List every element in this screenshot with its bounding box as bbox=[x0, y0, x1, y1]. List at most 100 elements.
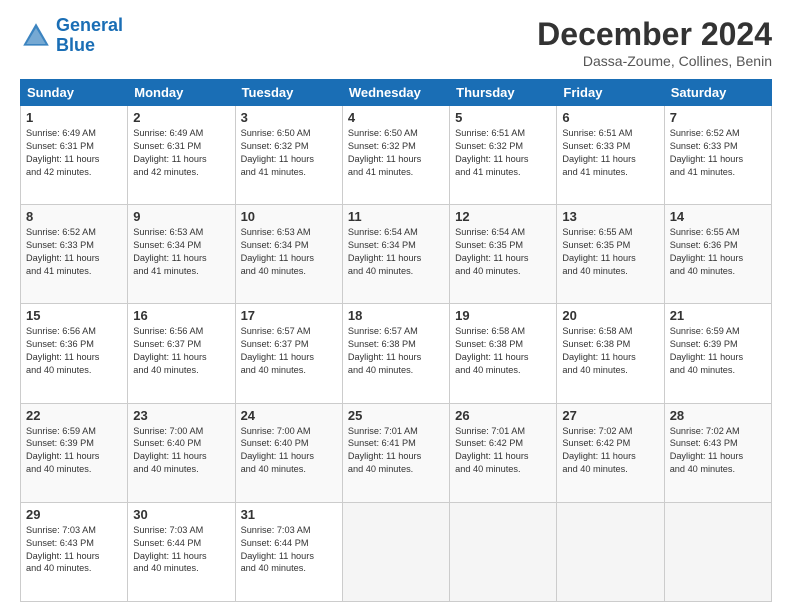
calendar-week-1: 1 Sunrise: 6:49 AM Sunset: 6:31 PM Daylig… bbox=[21, 106, 772, 205]
calendar-cell bbox=[342, 502, 449, 601]
day-info: Sunrise: 6:54 AM Sunset: 6:35 PM Dayligh… bbox=[455, 226, 551, 278]
col-monday: Monday bbox=[128, 80, 235, 106]
day-number: 2 bbox=[133, 110, 229, 125]
day-number: 3 bbox=[241, 110, 337, 125]
calendar-cell: 10Sunrise: 6:53 AM Sunset: 6:34 PM Dayli… bbox=[235, 205, 342, 304]
day-info: Sunrise: 7:00 AM Sunset: 6:40 PM Dayligh… bbox=[133, 425, 229, 477]
day-info: Sunrise: 6:53 AM Sunset: 6:34 PM Dayligh… bbox=[133, 226, 229, 278]
day-info: Sunrise: 6:59 AM Sunset: 6:39 PM Dayligh… bbox=[26, 425, 122, 477]
day-number: 20 bbox=[562, 308, 658, 323]
day-info: Sunrise: 6:50 AM Sunset: 6:32 PM Dayligh… bbox=[241, 127, 337, 179]
day-number: 13 bbox=[562, 209, 658, 224]
header: General Blue December 2024 Dassa-Zoume, … bbox=[20, 16, 772, 69]
calendar-cell: 6 Sunrise: 6:51 AM Sunset: 6:33 PM Daylig… bbox=[557, 106, 664, 205]
day-number: 31 bbox=[241, 507, 337, 522]
day-number: 9 bbox=[133, 209, 229, 224]
day-info: Sunrise: 6:53 AM Sunset: 6:34 PM Dayligh… bbox=[241, 226, 337, 278]
day-number: 12 bbox=[455, 209, 551, 224]
day-number: 30 bbox=[133, 507, 229, 522]
day-info: Sunrise: 7:00 AM Sunset: 6:40 PM Dayligh… bbox=[241, 425, 337, 477]
calendar-cell: 29 Sunrise: 7:03 AM Sunset: 6:43 PM Dayli… bbox=[21, 502, 128, 601]
day-info: Sunrise: 7:02 AM Sunset: 6:42 PM Dayligh… bbox=[562, 425, 658, 477]
page: General Blue December 2024 Dassa-Zoume, … bbox=[0, 0, 792, 612]
day-number: 15 bbox=[26, 308, 122, 323]
day-info: Sunrise: 6:52 AM Sunset: 6:33 PM Dayligh… bbox=[26, 226, 122, 278]
calendar-week-5: 29 Sunrise: 7:03 AM Sunset: 6:43 PM Dayli… bbox=[21, 502, 772, 601]
calendar-cell: 15Sunrise: 6:56 AM Sunset: 6:36 PM Dayli… bbox=[21, 304, 128, 403]
calendar-cell: 8Sunrise: 6:52 AM Sunset: 6:33 PM Daylig… bbox=[21, 205, 128, 304]
calendar-cell: 12 Sunrise: 6:54 AM Sunset: 6:35 PM Dayli… bbox=[450, 205, 557, 304]
calendar-cell: 20 Sunrise: 6:58 AM Sunset: 6:38 PM Dayli… bbox=[557, 304, 664, 403]
day-info: Sunrise: 6:54 AM Sunset: 6:34 PM Dayligh… bbox=[348, 226, 444, 278]
calendar-cell: 14Sunrise: 6:55 AM Sunset: 6:36 PM Dayli… bbox=[664, 205, 771, 304]
calendar-cell: 19Sunrise: 6:58 AM Sunset: 6:38 PM Dayli… bbox=[450, 304, 557, 403]
calendar-cell: 5 Sunrise: 6:51 AM Sunset: 6:32 PM Daylig… bbox=[450, 106, 557, 205]
calendar-cell: 26Sunrise: 7:01 AM Sunset: 6:42 PM Dayli… bbox=[450, 403, 557, 502]
logo-text: General Blue bbox=[56, 16, 123, 56]
day-info: Sunrise: 7:01 AM Sunset: 6:42 PM Dayligh… bbox=[455, 425, 551, 477]
calendar-cell: 25 Sunrise: 7:01 AM Sunset: 6:41 PM Dayli… bbox=[342, 403, 449, 502]
day-number: 27 bbox=[562, 408, 658, 423]
calendar-cell: 24Sunrise: 7:00 AM Sunset: 6:40 PM Dayli… bbox=[235, 403, 342, 502]
day-number: 6 bbox=[562, 110, 658, 125]
day-info: Sunrise: 6:57 AM Sunset: 6:37 PM Dayligh… bbox=[241, 325, 337, 377]
logo-line2: Blue bbox=[56, 35, 95, 55]
calendar-cell: 11 Sunrise: 6:54 AM Sunset: 6:34 PM Dayli… bbox=[342, 205, 449, 304]
day-number: 7 bbox=[670, 110, 766, 125]
subtitle: Dassa-Zoume, Collines, Benin bbox=[537, 53, 772, 69]
day-info: Sunrise: 6:51 AM Sunset: 6:33 PM Dayligh… bbox=[562, 127, 658, 179]
calendar-cell: 27 Sunrise: 7:02 AM Sunset: 6:42 PM Dayli… bbox=[557, 403, 664, 502]
day-info: Sunrise: 6:50 AM Sunset: 6:32 PM Dayligh… bbox=[348, 127, 444, 179]
calendar-cell: 30Sunrise: 7:03 AM Sunset: 6:44 PM Dayli… bbox=[128, 502, 235, 601]
col-sunday: Sunday bbox=[21, 80, 128, 106]
day-info: Sunrise: 7:03 AM Sunset: 6:43 PM Dayligh… bbox=[26, 524, 122, 576]
calendar-week-4: 22 Sunrise: 6:59 AM Sunset: 6:39 PM Dayli… bbox=[21, 403, 772, 502]
logo-line1: General bbox=[56, 15, 123, 35]
calendar-cell: 31 Sunrise: 7:03 AM Sunset: 6:44 PM Dayli… bbox=[235, 502, 342, 601]
calendar-cell: 17Sunrise: 6:57 AM Sunset: 6:37 PM Dayli… bbox=[235, 304, 342, 403]
day-info: Sunrise: 6:55 AM Sunset: 6:35 PM Dayligh… bbox=[562, 226, 658, 278]
calendar-cell: 18 Sunrise: 6:57 AM Sunset: 6:38 PM Dayli… bbox=[342, 304, 449, 403]
day-number: 21 bbox=[670, 308, 766, 323]
day-number: 22 bbox=[26, 408, 122, 423]
calendar-cell: 4 Sunrise: 6:50 AM Sunset: 6:32 PM Daylig… bbox=[342, 106, 449, 205]
day-number: 11 bbox=[348, 209, 444, 224]
day-info: Sunrise: 7:03 AM Sunset: 6:44 PM Dayligh… bbox=[241, 524, 337, 576]
calendar-cell: 22 Sunrise: 6:59 AM Sunset: 6:39 PM Dayli… bbox=[21, 403, 128, 502]
col-tuesday: Tuesday bbox=[235, 80, 342, 106]
calendar-cell: 21 Sunrise: 6:59 AM Sunset: 6:39 PM Dayli… bbox=[664, 304, 771, 403]
col-thursday: Thursday bbox=[450, 80, 557, 106]
calendar-cell: 16Sunrise: 6:56 AM Sunset: 6:37 PM Dayli… bbox=[128, 304, 235, 403]
day-info: Sunrise: 7:02 AM Sunset: 6:43 PM Dayligh… bbox=[670, 425, 766, 477]
calendar-cell bbox=[557, 502, 664, 601]
day-number: 25 bbox=[348, 408, 444, 423]
calendar-cell: 23 Sunrise: 7:00 AM Sunset: 6:40 PM Dayli… bbox=[128, 403, 235, 502]
calendar-cell: 7Sunrise: 6:52 AM Sunset: 6:33 PM Daylig… bbox=[664, 106, 771, 205]
month-title: December 2024 bbox=[537, 16, 772, 53]
day-number: 28 bbox=[670, 408, 766, 423]
col-wednesday: Wednesday bbox=[342, 80, 449, 106]
day-number: 23 bbox=[133, 408, 229, 423]
day-info: Sunrise: 7:01 AM Sunset: 6:41 PM Dayligh… bbox=[348, 425, 444, 477]
day-info: Sunrise: 6:58 AM Sunset: 6:38 PM Dayligh… bbox=[562, 325, 658, 377]
col-friday: Friday bbox=[557, 80, 664, 106]
day-info: Sunrise: 6:57 AM Sunset: 6:38 PM Dayligh… bbox=[348, 325, 444, 377]
day-number: 5 bbox=[455, 110, 551, 125]
calendar-cell: 9 Sunrise: 6:53 AM Sunset: 6:34 PM Daylig… bbox=[128, 205, 235, 304]
day-info: Sunrise: 6:49 AM Sunset: 6:31 PM Dayligh… bbox=[26, 127, 122, 179]
day-info: Sunrise: 6:59 AM Sunset: 6:39 PM Dayligh… bbox=[670, 325, 766, 377]
calendar-cell: 3 Sunrise: 6:50 AM Sunset: 6:32 PM Daylig… bbox=[235, 106, 342, 205]
day-number: 1 bbox=[26, 110, 122, 125]
day-number: 18 bbox=[348, 308, 444, 323]
title-area: December 2024 Dassa-Zoume, Collines, Ben… bbox=[537, 16, 772, 69]
day-number: 4 bbox=[348, 110, 444, 125]
calendar-cell bbox=[664, 502, 771, 601]
day-number: 19 bbox=[455, 308, 551, 323]
calendar-week-3: 15Sunrise: 6:56 AM Sunset: 6:36 PM Dayli… bbox=[21, 304, 772, 403]
calendar-cell: 2Sunrise: 6:49 AM Sunset: 6:31 PM Daylig… bbox=[128, 106, 235, 205]
calendar-cell: 13 Sunrise: 6:55 AM Sunset: 6:35 PM Dayli… bbox=[557, 205, 664, 304]
day-info: Sunrise: 6:51 AM Sunset: 6:32 PM Dayligh… bbox=[455, 127, 551, 179]
day-number: 29 bbox=[26, 507, 122, 522]
logo: General Blue bbox=[20, 16, 123, 56]
calendar-table: Sunday Monday Tuesday Wednesday Thursday… bbox=[20, 79, 772, 602]
